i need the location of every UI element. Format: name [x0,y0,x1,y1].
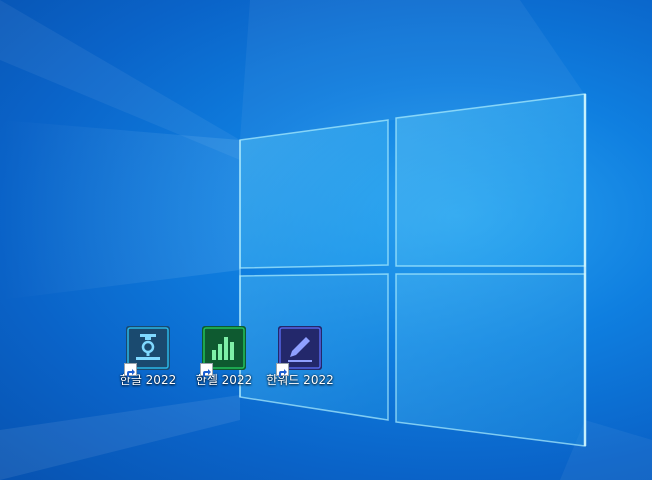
desktop-icon-hanword[interactable]: 한워드 2022 [263,322,337,398]
desktop-icon-label: 한워드 2022 [266,373,334,387]
desktop-icon-hancell[interactable]: 한셀 2022 [187,322,261,398]
desktop-icon-hangul[interactable]: 한글 2022 [111,322,185,398]
shortcut-arrow-icon [276,363,289,377]
desktop-icon-label: 한셀 2022 [195,373,253,387]
hanword-icon [276,326,322,377]
desktop[interactable]: 한글 2022 한셀 2022 한워드 2022 [0,0,652,480]
shortcut-arrow-icon [200,363,213,377]
shortcut-arrow-icon [124,363,137,377]
desktop-icon-label: 한글 2022 [119,373,177,387]
hangul-icon [124,326,170,377]
hancell-icon [200,326,246,377]
windows-wallpaper [0,0,652,480]
